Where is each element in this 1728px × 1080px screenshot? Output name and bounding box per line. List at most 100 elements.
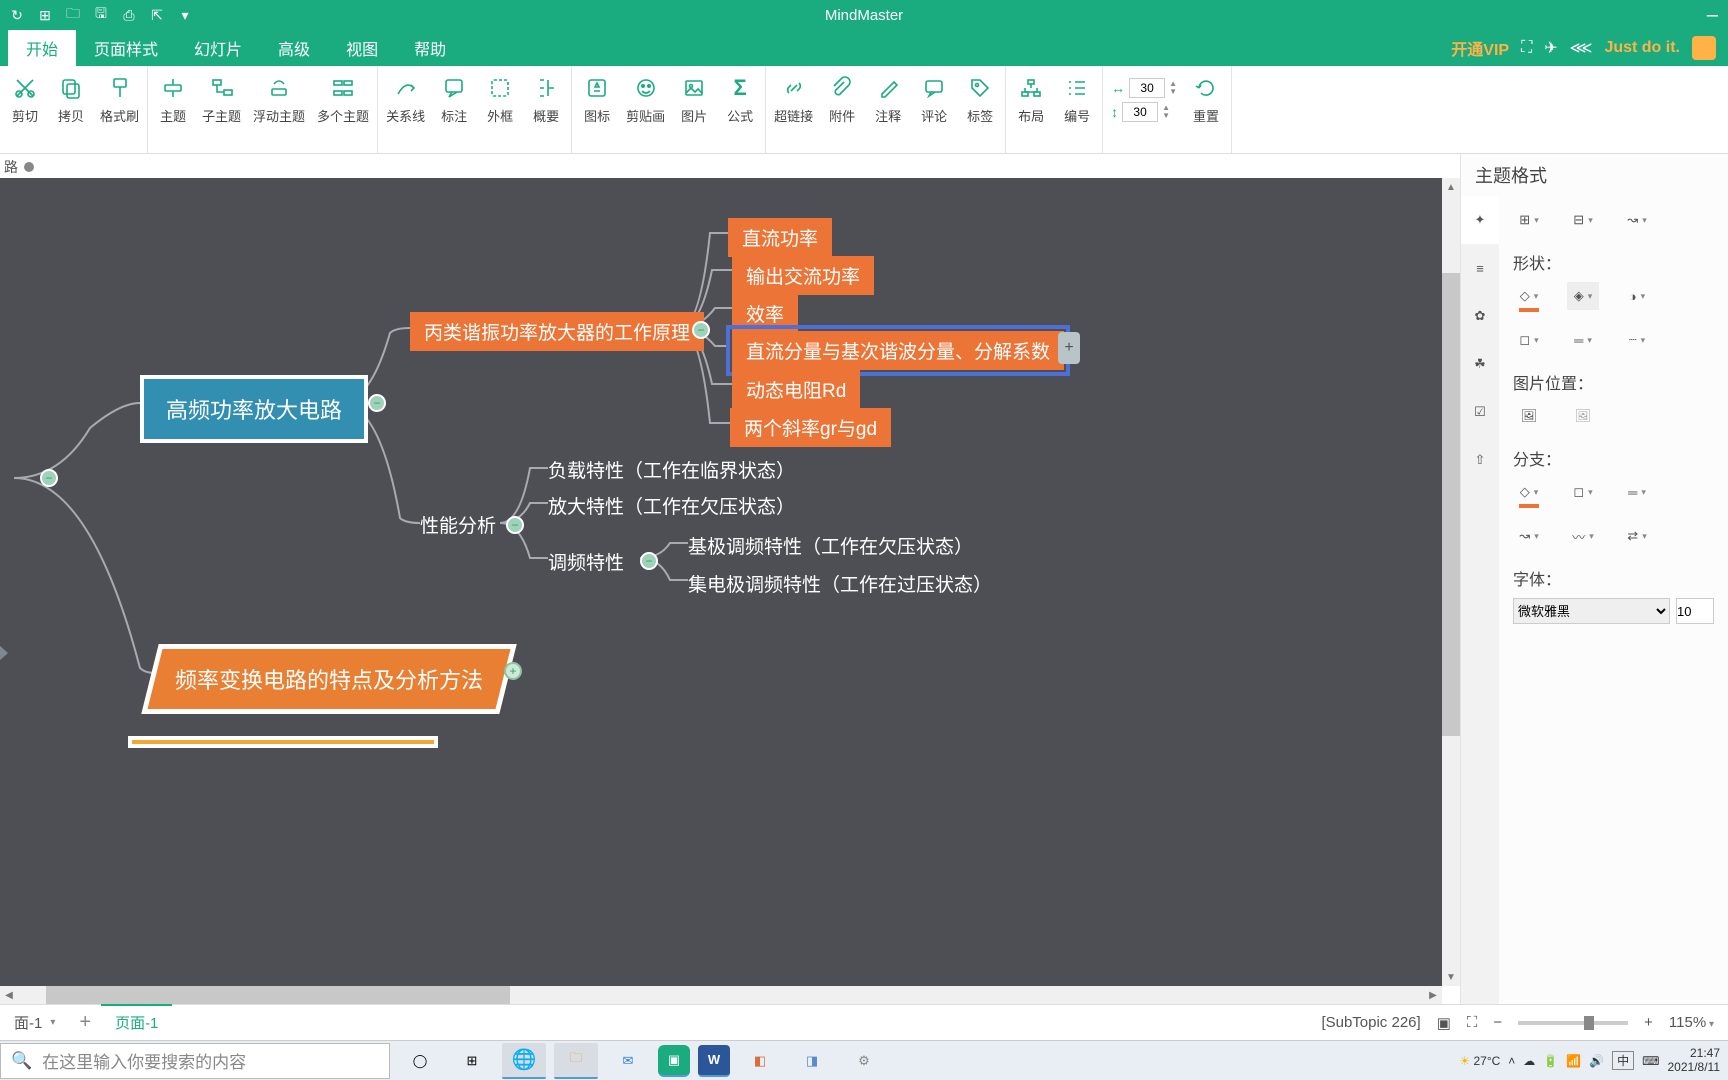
tab-slideshow[interactable]: 幻灯片	[176, 30, 260, 66]
collapse-icon[interactable]: −	[692, 321, 710, 339]
branch-style-button[interactable]: ⊟	[1567, 206, 1599, 234]
user-label[interactable]: Just do it.	[1604, 39, 1680, 57]
transparent-button[interactable]: ◈	[1567, 282, 1599, 310]
task-app3-icon[interactable]: ⚙	[842, 1043, 886, 1079]
collapse-icon[interactable]: −	[40, 469, 58, 487]
task-taskview-icon[interactable]: ⊞	[450, 1043, 494, 1079]
cut-button[interactable]: 剪切	[2, 72, 48, 147]
tab-help[interactable]: 帮助	[396, 30, 464, 66]
expand-icon[interactable]: +	[504, 662, 522, 680]
branch-conn-button[interactable]: ↝	[1513, 522, 1545, 550]
share-icon[interactable]: ⋘	[1570, 38, 1593, 58]
task-app1-icon[interactable]: ◧	[738, 1043, 782, 1079]
windows-search[interactable]: 🔍 在这里输入你要搜索的内容	[0, 1043, 390, 1079]
fit-icon[interactable]: ⛶	[1467, 1014, 1478, 1031]
avatar[interactable]	[1692, 36, 1716, 60]
subtopic-button[interactable]: 子主题	[196, 72, 247, 147]
page-tab-active[interactable]: 页面-1	[101, 1004, 172, 1039]
node-branch1[interactable]: 丙类谐振功率放大器的工作原理	[410, 312, 704, 351]
border-button[interactable]: ◻	[1513, 326, 1545, 354]
qat-export-icon[interactable]: ⇱	[148, 6, 166, 24]
canvas[interactable]: − 高频功率放大电路 − 丙类谐振功率放大器的工作原理 − 直流功率 输出交流功…	[0, 178, 1442, 986]
callout-button[interactable]: 标注	[431, 72, 477, 147]
hyperlink-button[interactable]: 超链接	[768, 72, 819, 147]
node-peek[interactable]	[128, 736, 438, 748]
task-app2-icon[interactable]: ◨	[790, 1043, 834, 1079]
task-mail-icon[interactable]: ✉	[606, 1043, 650, 1079]
number-button[interactable]: 编号	[1054, 72, 1100, 147]
tray-clock[interactable]: 21:47 2021/8/11	[1668, 1047, 1721, 1073]
page-tab-1[interactable]: 面-1	[0, 1006, 69, 1039]
branch-border-button[interactable]: ◻	[1567, 478, 1599, 506]
node-main[interactable]: 高频功率放大电路	[140, 375, 368, 443]
node-perf[interactable]: 性能分析	[420, 511, 496, 538]
tab-pagestyle[interactable]: 页面样式	[76, 30, 176, 66]
task-edge-icon[interactable]: 🌐	[502, 1043, 546, 1079]
task-mindmaster-icon[interactable]: ▣	[658, 1045, 690, 1077]
node-perf-1[interactable]: 放大特性（工作在欠压状态）	[548, 492, 795, 519]
node-branch2[interactable]: 频率变换电路的特点及分析方法	[141, 644, 516, 714]
qat-new-icon[interactable]: ⊞	[36, 6, 54, 24]
qat-open-icon[interactable]: 🗀	[64, 6, 82, 24]
zoom-out-icon[interactable]: −	[1493, 1014, 1502, 1031]
multi-topic-button[interactable]: 多个主题	[311, 72, 375, 147]
task-word-icon[interactable]: W	[698, 1045, 730, 1077]
send-icon[interactable]: ✈	[1544, 38, 1557, 58]
node-b1-5[interactable]: 两个斜率gr与gd	[730, 408, 891, 447]
image-button[interactable]: 图片	[671, 72, 717, 147]
connection-style-button[interactable]: ↝	[1621, 206, 1653, 234]
tab-start[interactable]: 开始	[8, 30, 76, 66]
layout-button[interactable]: 布局	[1008, 72, 1054, 147]
zoom-value[interactable]: 115%	[1669, 1014, 1714, 1031]
vip-button[interactable]: 开通VIP	[1451, 36, 1509, 60]
boundary-button[interactable]: 外框	[477, 72, 523, 147]
icon-button[interactable]: 图标	[574, 72, 620, 147]
line-weight-button[interactable]: ═	[1567, 326, 1599, 354]
qat-save-icon[interactable]: 🖫	[92, 6, 110, 24]
branch-fill-button[interactable]: ◇	[1513, 478, 1545, 506]
node-perf-0[interactable]: 负载特性（工作在临界状态）	[548, 456, 795, 483]
node-mod-1[interactable]: 集电极调频特性（工作在过压状态）	[688, 570, 992, 597]
node-mod[interactable]: 调频特性	[548, 548, 624, 575]
reset-button[interactable]: 重置	[1183, 72, 1229, 147]
qat-more-icon[interactable]: ▾	[176, 6, 194, 24]
tray-ime[interactable]: 中	[1612, 1051, 1634, 1070]
branch-curve-button[interactable]: 〰	[1567, 522, 1599, 550]
tray-chevron-icon[interactable]: ˄	[1508, 1054, 1515, 1068]
fullscreen-icon[interactable]: ⛶	[1521, 39, 1532, 57]
zoom-in-icon[interactable]: +	[1644, 1014, 1653, 1031]
task-cortana-icon[interactable]: ◯	[398, 1043, 442, 1079]
clipart-button[interactable]: 剪贴画	[620, 72, 671, 147]
collapse-icon[interactable]: −	[640, 552, 658, 570]
node-b1-1[interactable]: 输出交流功率	[732, 256, 874, 295]
sidetab-clipart-icon[interactable]: ☘	[1461, 340, 1499, 388]
add-page-button[interactable]: +	[69, 1011, 101, 1034]
hspace-field[interactable]: ↔▲▼	[1111, 78, 1177, 98]
tray-battery-icon[interactable]: 🔋	[1543, 1054, 1558, 1068]
tag-button[interactable]: 标签	[957, 72, 1003, 147]
summary-button[interactable]: 概要	[523, 72, 569, 147]
attach-button[interactable]: 附件	[819, 72, 865, 147]
line-dash-button[interactable]: ┈	[1621, 326, 1653, 354]
tray-volume-icon[interactable]: 🔊	[1589, 1054, 1604, 1068]
sidetab-icons-icon[interactable]: ✿	[1461, 292, 1499, 340]
sidetab-outline-icon[interactable]: ≡	[1461, 244, 1499, 292]
formula-button[interactable]: Σ公式	[717, 72, 763, 147]
note-button[interactable]: 注释	[865, 72, 911, 147]
tab-view[interactable]: 视图	[328, 30, 396, 66]
sidetab-style-icon[interactable]: ✦	[1461, 196, 1499, 244]
doc-tab-close-icon[interactable]	[24, 162, 34, 172]
fill-button[interactable]: ◇	[1513, 282, 1545, 310]
topic-button[interactable]: 主题	[150, 72, 196, 147]
tray-keyboard-icon[interactable]: ⌨	[1642, 1054, 1659, 1068]
node-mod-0[interactable]: 基极调频特性（工作在欠压状态）	[688, 532, 973, 559]
sidetab-task-icon[interactable]: ☑	[1461, 388, 1499, 436]
tab-advanced[interactable]: 高级	[260, 30, 328, 66]
tray-wifi-icon[interactable]: 📶	[1566, 1054, 1581, 1068]
collapse-icon[interactable]: −	[368, 394, 386, 412]
task-explorer-icon[interactable]: 🗀	[554, 1043, 598, 1079]
tray-cloud-icon[interactable]: ☁	[1523, 1054, 1535, 1068]
node-b1-2[interactable]: 效率	[732, 294, 798, 333]
minimize-icon[interactable]: ‒	[1707, 4, 1718, 27]
shadow-button[interactable]: ◑	[1621, 282, 1653, 310]
